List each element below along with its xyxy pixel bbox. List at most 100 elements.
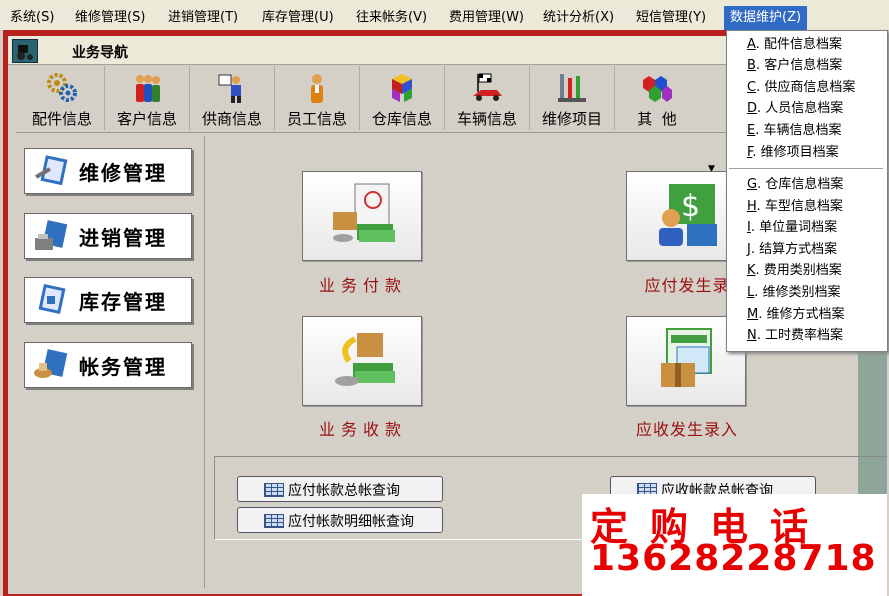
dollar-person-icon: $ — [651, 182, 721, 248]
cash-register-icon — [33, 220, 69, 252]
menu-expenses[interactable]: 费用管理(W) — [449, 8, 524, 28]
sales-management-button[interactable]: 进销管理 — [24, 213, 192, 259]
toolbar-customer-info[interactable]: 客户信息 — [105, 66, 190, 130]
menu-inventory[interactable]: 库存管理(U) — [262, 8, 334, 28]
inventory-management-button[interactable]: 库存管理 — [24, 277, 192, 323]
dropdown-label: 维修项目档案 — [760, 145, 839, 160]
business-receipt-tile[interactable] — [302, 316, 422, 406]
toolbar-repair-items[interactable]: 维修项目 — [530, 66, 615, 130]
colored-hexagons-icon — [641, 72, 673, 104]
payable-ledger-query-button[interactable]: 应付帐款总帐查询 — [237, 476, 443, 502]
order-phone-banner: 定购电话 13628228718 — [582, 494, 887, 596]
dropdown-label: 工时费率档案 — [765, 328, 844, 343]
receivable-entry-label: 应收发生录入 — [635, 420, 738, 439]
ledger-icon — [33, 349, 69, 381]
accelerator-key: G — [747, 177, 758, 192]
dropdown-label: 结算方式档案 — [759, 242, 838, 257]
menu-bar: 系统(S) 维修管理(S) 进销管理(T) 库存管理(U) 往来帐务(V) 费用… — [0, 0, 889, 31]
dropdown-item-car-models[interactable]: H. 车型信息档案 — [747, 197, 843, 217]
repair-note-icon — [33, 155, 69, 187]
accelerator-key: H — [747, 199, 757, 214]
dropdown-separator — [729, 168, 883, 169]
dropdown-item-customers[interactable]: B. 客户信息档案 — [747, 56, 842, 76]
toolbar-label: 客户信息 — [116, 110, 177, 128]
dropdown-item-units[interactable]: I. 单位量词档案 — [747, 218, 837, 238]
accelerator-key: L — [747, 285, 755, 300]
button-label: 库存管理 — [79, 290, 167, 314]
dropdown-item-warehouse[interactable]: G. 仓库信息档案 — [747, 175, 843, 195]
menu-accounts[interactable]: 往来帐务(V) — [356, 8, 427, 28]
menu-repair[interactable]: 维修管理(S) — [75, 8, 145, 28]
money-receipt-icon — [327, 327, 397, 393]
delivery-person-icon — [216, 72, 248, 104]
dropdown-item-personnel[interactable]: D. 人员信息档案 — [747, 99, 843, 119]
dropdown-label: 费用类别档案 — [763, 263, 842, 278]
money-payment-icon — [327, 182, 397, 248]
dropdown-item-vehicles[interactable]: E. 车辆信息档案 — [747, 121, 842, 141]
dropdown-label: 车辆信息档案 — [763, 123, 842, 138]
payable-detail-query-button[interactable]: 应付帐款明细帐查询 — [237, 507, 443, 533]
dropdown-label: 客户信息档案 — [764, 58, 843, 73]
toolbar-parts-info[interactable]: 配件信息 — [20, 66, 105, 130]
accelerator-key: I — [747, 220, 751, 235]
toolbar-other[interactable]: 其 他 — [615, 66, 705, 130]
race-car-icon — [471, 72, 503, 104]
nav-title: 业务导航 — [72, 45, 128, 61]
menu-data-maintenance[interactable]: 数据维护(Z) — [724, 6, 808, 30]
dropdown-label: 配件信息档案 — [763, 37, 842, 52]
left-nav-panel: 维修管理 进销管理 库存管理 帐务管理 — [16, 136, 205, 588]
button-label: 应付帐款总帐查询 — [288, 483, 400, 499]
dropdown-item-expense-types[interactable]: K. 费用类别档案 — [747, 261, 842, 281]
business-payment-tile[interactable] — [302, 171, 422, 261]
employee-icon — [301, 72, 333, 104]
accelerator-key: D — [747, 101, 758, 116]
dropdown-label: 单位量词档案 — [759, 220, 838, 235]
tools-icon — [556, 72, 588, 104]
toolbar-label: 仓库信息 — [371, 110, 432, 128]
accelerator-key: N — [747, 328, 757, 343]
dropdown-label: 维修方式档案 — [766, 307, 845, 322]
toolbar-warehouse-info[interactable]: 仓库信息 — [360, 66, 445, 130]
dropdown-item-parts[interactable]: A. 配件信息档案 — [747, 35, 842, 55]
data-maintenance-dropdown: A. 配件信息档案 B. 客户信息档案 C. 供应商信息档案 D. 人员信息档案… — [726, 30, 888, 352]
menu-statistics[interactable]: 统计分析(X) — [543, 8, 614, 28]
accelerator-key: B — [747, 58, 756, 73]
menu-sms[interactable]: 短信管理(Y) — [636, 8, 706, 28]
tractor-icon — [12, 39, 38, 63]
grid-table-icon — [264, 483, 284, 497]
people-icon — [131, 72, 163, 104]
toolbar-label: 其 他 — [637, 110, 677, 128]
menu-system[interactable]: 系统(S) — [10, 8, 54, 28]
dropdown-label: 车型信息档案 — [764, 199, 843, 214]
inventory-note-icon — [33, 283, 69, 316]
toolbar-label: 员工信息 — [286, 110, 347, 128]
toolbar-vehicle-info[interactable]: 车辆信息 — [445, 66, 530, 130]
dropdown-label: 人员信息档案 — [765, 101, 844, 116]
dropdown-item-suppliers[interactable]: C. 供应商信息档案 — [747, 78, 855, 98]
dropdown-item-labor-rates[interactable]: N. 工时费率档案 — [747, 326, 843, 346]
toolbar-supplier-info[interactable]: 供商信息 — [190, 66, 275, 130]
accelerator-key: E — [747, 123, 756, 138]
cubes-icon — [386, 72, 418, 104]
dropdown-label: 仓库信息档案 — [765, 177, 844, 192]
accelerator-key: F — [747, 145, 753, 160]
accelerator-key: K — [747, 263, 756, 278]
dropdown-item-repair-items[interactable]: F. 维修项目档案 — [747, 143, 839, 163]
grid-table-icon — [264, 514, 284, 528]
toolbar-employee-info[interactable]: 员工信息 — [275, 66, 360, 130]
dropdown-item-repair-methods[interactable]: M. 维修方式档案 — [747, 305, 845, 325]
repair-management-button[interactable]: 维修管理 — [24, 148, 192, 194]
dropdown-item-settlement[interactable]: J. 结算方式档案 — [747, 240, 837, 260]
accounts-management-button[interactable]: 帐务管理 — [24, 342, 192, 388]
toolbar-label: 供商信息 — [201, 110, 262, 128]
dropdown-label: 供应商信息档案 — [764, 80, 856, 95]
business-payment-label: 业务付款 — [318, 276, 407, 295]
toolbar-label: 车辆信息 — [456, 110, 517, 128]
toolbar-label: 维修项目 — [541, 110, 602, 128]
accelerator-key: A — [747, 37, 756, 52]
dropdown-item-repair-types[interactable]: L. 维修类别档案 — [747, 283, 841, 303]
menu-sales[interactable]: 进销管理(T) — [168, 8, 238, 28]
accelerator-key: M — [747, 307, 759, 322]
order-phone-number: 13628228718 — [590, 538, 877, 579]
dropdown-label: 维修类别档案 — [762, 285, 841, 300]
